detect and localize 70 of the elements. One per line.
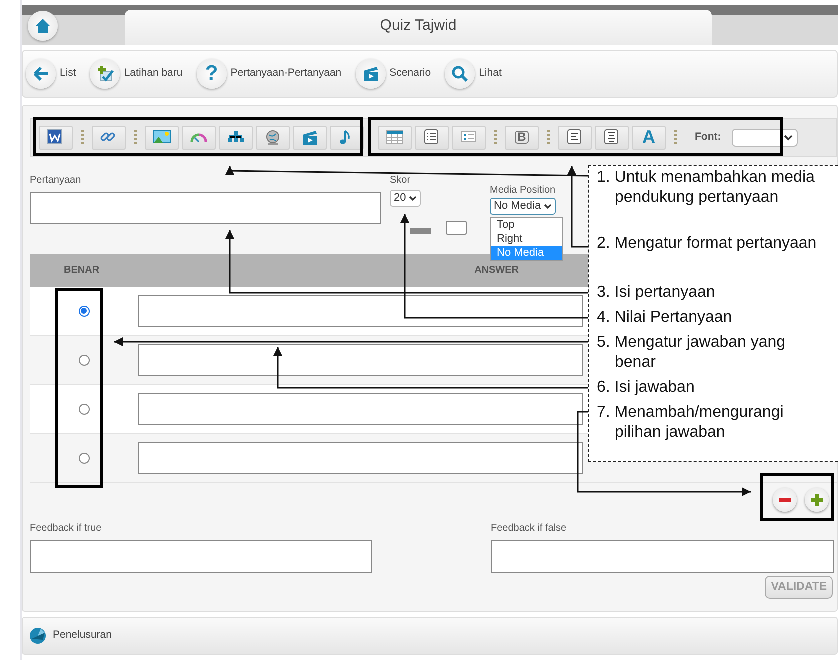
remove-button[interactable] — [773, 488, 797, 512]
field-label: Feedback if false — [491, 522, 568, 536]
question-icon: ? — [196, 59, 227, 89]
caret-icon — [409, 196, 418, 202]
list-icon — [423, 129, 441, 146]
radio-button[interactable] — [78, 306, 90, 316]
toolbar-button[interactable] — [330, 126, 364, 150]
font-select[interactable] — [732, 128, 798, 146]
search-icon — [445, 59, 476, 89]
clapperboard-icon — [301, 129, 319, 146]
align-left-icon — [566, 129, 584, 146]
font-label: Font: — [695, 130, 722, 145]
home-button[interactable] — [28, 11, 58, 41]
annotation-text: 3. Isi pertanyaan — [597, 283, 716, 303]
question-field[interactable] — [30, 192, 381, 224]
answer-field[interactable] — [138, 442, 583, 474]
toolbar-button[interactable] — [415, 126, 449, 150]
document-icon — [47, 129, 65, 146]
globe-icon — [264, 129, 282, 146]
annotation-text: 1. Untuk menambahkan media pendukung pertanyaan — [597, 168, 816, 208]
annotation-text: 4. Nilai Pertanyaan — [597, 308, 734, 328]
dropdown-option[interactable]: Right — [491, 232, 562, 246]
field-label: Pertanyaan — [30, 174, 82, 188]
nav-button[interactable]: List — [26, 59, 76, 89]
radio-button[interactable] — [78, 404, 90, 414]
image-icon — [153, 129, 171, 146]
home-icon — [35, 18, 51, 34]
toolbar-button[interactable] — [39, 126, 73, 150]
add-button[interactable] — [805, 488, 829, 512]
toolbar-button[interactable]: B — [505, 126, 539, 150]
media-position-select[interactable]: No Media — [490, 198, 556, 215]
column-header: BENAR — [64, 264, 100, 278]
feedback-field[interactable] — [30, 540, 372, 573]
clapperboard-icon — [356, 59, 386, 89]
annotation-text: 5. Mengatur jawaban yang benar — [597, 333, 787, 373]
plus-icon — [810, 493, 824, 507]
empty-box — [446, 221, 467, 235]
score-select[interactable]: 20 — [390, 190, 422, 207]
answer-field[interactable] — [138, 393, 583, 425]
add-task-icon — [90, 59, 120, 89]
field-label: Media Position — [490, 184, 556, 198]
annotation-text: 2. Mengatur format pertanyaan — [597, 234, 818, 254]
page-title: Quiz Tajwid — [380, 16, 457, 36]
feedback-field[interactable] — [491, 540, 834, 573]
field-label: Feedback if true — [30, 522, 103, 536]
compass-icon — [29, 627, 47, 645]
nav-button[interactable]: Scenario — [356, 59, 432, 89]
caret-icon — [544, 204, 552, 210]
annotation-text: 6. Isi jawaban — [597, 378, 696, 398]
annotation-text: 7. Menambah/mengurangi pilihan jawaban — [597, 403, 785, 443]
field-label: Skor — [390, 174, 412, 188]
caret-icon — [784, 134, 794, 140]
radio-button[interactable] — [78, 452, 90, 464]
column-header: ANSWER — [474, 264, 520, 278]
table-icon — [386, 129, 404, 146]
nav-button[interactable]: Lihat — [445, 59, 502, 89]
minus-mark — [410, 228, 431, 234]
align-center-icon — [603, 129, 621, 146]
answer-field[interactable] — [138, 344, 583, 376]
nav-button[interactable]: ? Pertanyaan-Pertanyaan — [196, 59, 342, 89]
toolbar-button[interactable] — [558, 126, 592, 150]
font-color-icon: A — [642, 124, 656, 151]
toolbar-button[interactable] — [595, 126, 629, 150]
nav-button[interactable]: Latihan baru — [90, 59, 183, 89]
answer-field[interactable] — [138, 295, 583, 327]
back-icon — [26, 59, 56, 89]
radio-button[interactable] — [78, 354, 90, 366]
footer-label: Penelusuran — [53, 628, 112, 644]
bold-icon: B — [514, 131, 530, 144]
dropdown-option[interactable]: Top — [491, 218, 562, 232]
